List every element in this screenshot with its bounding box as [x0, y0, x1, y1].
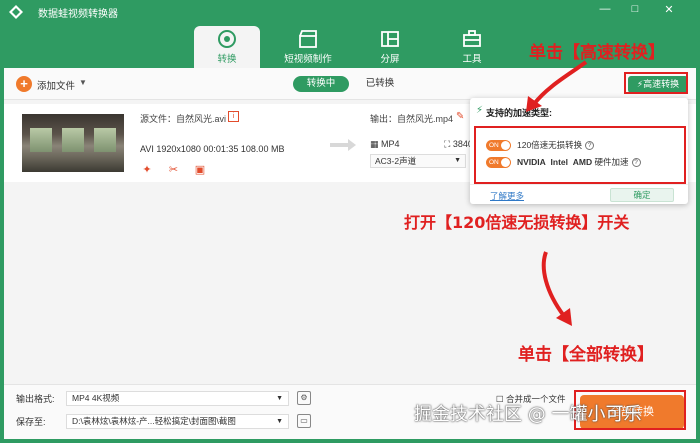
- annotation-click-convert-all: 单击【全部转换】: [518, 345, 654, 365]
- tab-converted[interactable]: 已转换: [360, 76, 400, 92]
- save-path-value: D:\袁林炫\袁林炫-产...轻松搞定\封面图\截图: [72, 416, 236, 426]
- source-meta: AVI 1920x1080 00:01:35 108.00 MB: [140, 144, 285, 154]
- tab-short-video-label: 短视频制作: [284, 54, 332, 65]
- save-path-select[interactable]: D:\袁林炫\袁林炫-产...轻松搞定\封面图\截图 ▼: [66, 414, 289, 429]
- highlight-toggles: [474, 126, 686, 184]
- audio-track-select[interactable]: AC3-2声道 ▼: [370, 154, 466, 168]
- tab-split-screen[interactable]: 分屏: [358, 26, 422, 68]
- chevron-down-icon: ▼: [276, 418, 283, 425]
- learn-more-link[interactable]: 了解更多: [490, 190, 524, 202]
- thumbnail-window-center: [62, 128, 84, 152]
- magic-effects-icon[interactable]: ✦: [140, 163, 154, 177]
- watermark: 掘金技术社区 @ 一罐小可乐: [414, 404, 642, 425]
- info-icon[interactable]: i: [228, 111, 239, 122]
- tab-split-screen-label: 分屏: [380, 54, 400, 65]
- output-file-name: 输出：自然风光.mp4: [370, 114, 454, 124]
- app-window: 数据蛙视频转换器 — □ ✕ 转换 短视频制作 分屏 工具 + 添加文件 ▼ 转…: [0, 0, 700, 443]
- settings-icon[interactable]: ⚙: [297, 391, 311, 405]
- chevron-down-icon: ▼: [276, 395, 283, 402]
- output-format-label: 输出格式:: [16, 394, 55, 404]
- tab-short-video[interactable]: 短视频制作: [276, 26, 340, 68]
- toolbar: + 添加文件 ▼ 转换中 已转换 ⚡高速转换: [4, 68, 696, 100]
- cut-icon[interactable]: ✂: [166, 163, 180, 177]
- popup-divider: [470, 184, 688, 185]
- output-format-badge: ▦ MP4: [370, 139, 400, 150]
- minimize-button[interactable]: —: [596, 3, 614, 15]
- save-to-label: 保存至:: [16, 417, 46, 427]
- edit-actions: ✦ ✂ ▣: [140, 160, 215, 178]
- toolbox-icon: [463, 30, 481, 47]
- thumbnail-window-right: [94, 128, 116, 152]
- maximize-button[interactable]: □: [626, 3, 644, 15]
- video-thumbnail[interactable]: [22, 114, 124, 172]
- lightning-icon: ⚡: [476, 105, 484, 116]
- convert-arrow-icon: [330, 139, 356, 151]
- crop-icon[interactable]: ▣: [193, 163, 207, 177]
- video-format-icon: ▦: [370, 139, 382, 149]
- add-file-plus-icon[interactable]: +: [16, 76, 32, 92]
- folder-icon[interactable]: ▭: [297, 414, 311, 428]
- audio-track-value: AC3-2声道: [375, 156, 417, 166]
- chevron-down-icon: ▼: [454, 157, 461, 164]
- popup-heading: 支持的加速类型:: [486, 108, 552, 118]
- app-logo-icon: [9, 5, 23, 19]
- ok-button[interactable]: 确定: [610, 188, 674, 202]
- resolution-icon: ⛶: [444, 139, 453, 149]
- source-file-name: 源文件：自然风光.avi: [140, 114, 227, 124]
- convert-icon: [218, 30, 236, 48]
- tab-tools-label: 工具: [462, 54, 482, 65]
- title-bar: 数据蛙视频转换器 — □ ✕: [0, 0, 700, 24]
- output-format-value: MP4: [381, 139, 400, 149]
- output-format-select[interactable]: MP4 4K视频 ▼: [66, 391, 289, 406]
- split-screen-icon: [381, 31, 399, 47]
- highlight-fast-convert: [624, 72, 688, 94]
- tab-convert[interactable]: 转换: [194, 26, 260, 70]
- tab-converting[interactable]: 转换中: [293, 76, 349, 92]
- add-file-button[interactable]: 添加文件: [37, 78, 75, 92]
- close-button[interactable]: ✕: [660, 3, 678, 16]
- output-format-select-value: MP4 4K视频: [72, 393, 120, 403]
- output-resolution: ⛶ 3840: [444, 139, 473, 150]
- annotation-enable-lossless: 打开【120倍速无损转换】开关: [404, 213, 630, 232]
- annotation-click-fast-convert: 单击【高速转换】: [529, 43, 665, 63]
- edit-pencil-icon[interactable]: ✎: [456, 111, 464, 122]
- thumbnail-window-left: [30, 128, 52, 152]
- app-title: 数据蛙视频转换器: [38, 9, 118, 20]
- tab-convert-label: 转换: [217, 54, 237, 65]
- chevron-down-icon[interactable]: ▼: [79, 78, 87, 87]
- clapperboard-icon: [299, 30, 317, 48]
- tab-tools[interactable]: 工具: [440, 26, 504, 68]
